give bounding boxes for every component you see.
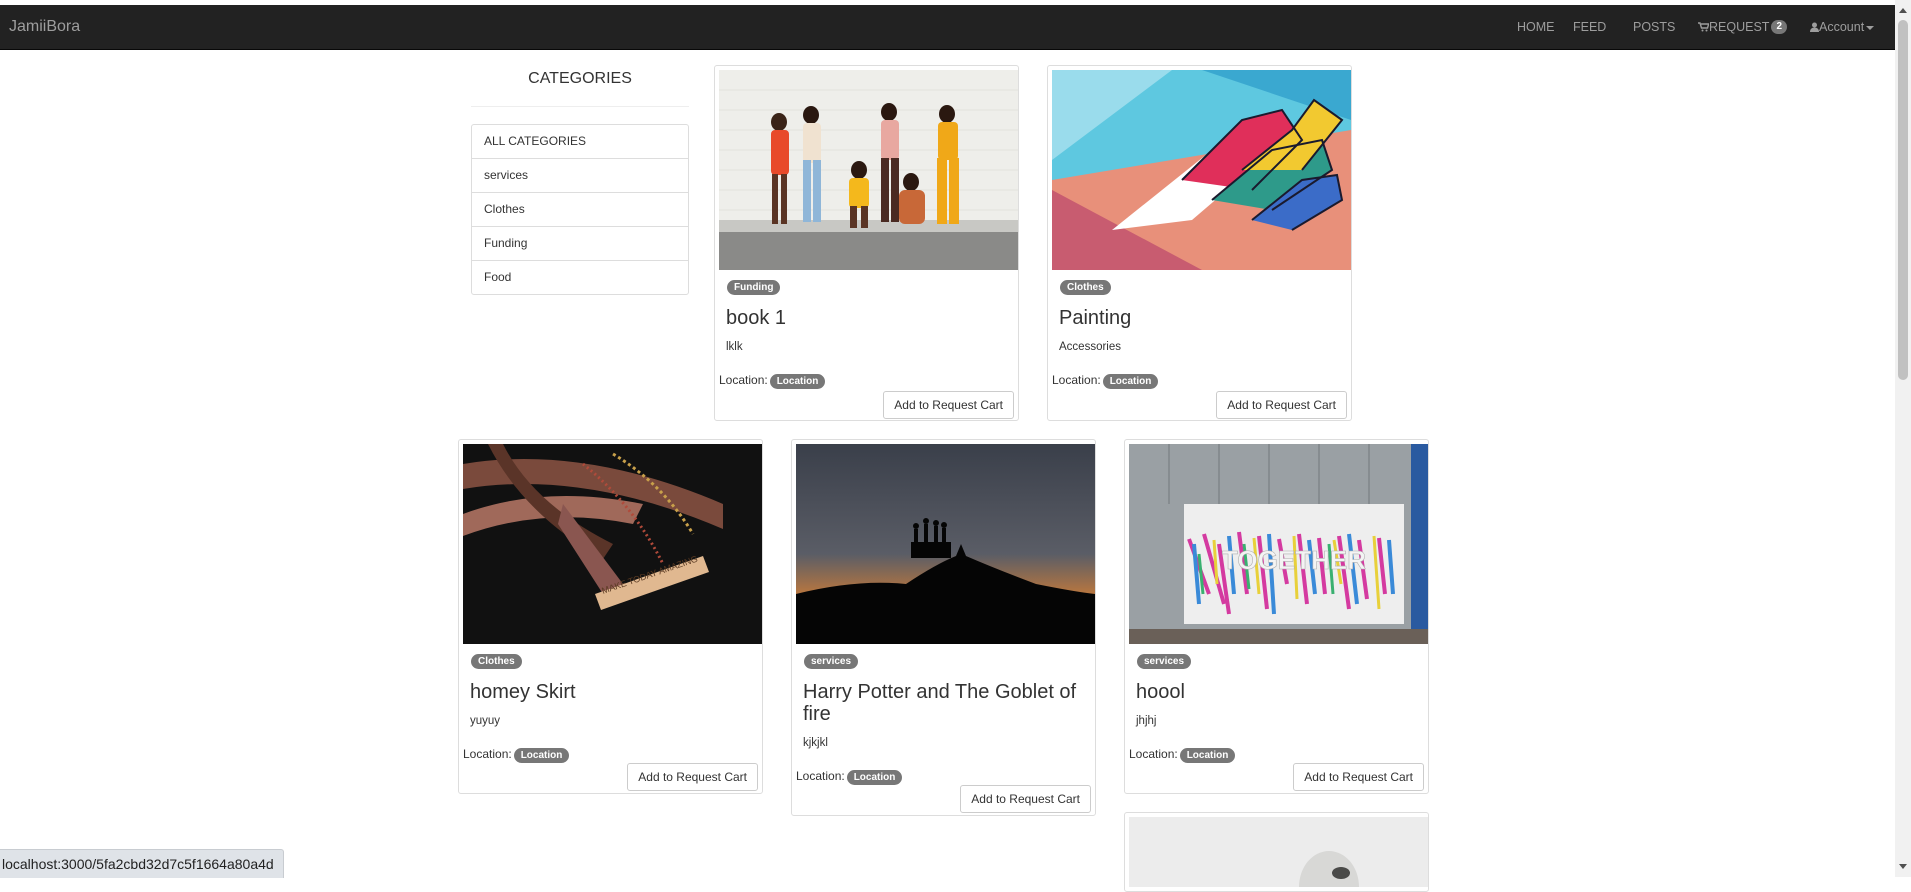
product-image[interactable]: MAKE TODAY AMAZING xyxy=(463,444,762,644)
product-image[interactable] xyxy=(1052,70,1351,270)
location-label: Location: xyxy=(463,747,512,761)
add-to-request-cart-button[interactable]: Add to Request Cart xyxy=(1293,763,1424,791)
nav-request-label: REQUEST xyxy=(1709,20,1770,34)
category-badge: services xyxy=(1137,654,1192,669)
product-title: book 1 xyxy=(726,307,787,329)
product-title: hoool xyxy=(1136,681,1185,703)
product-image[interactable] xyxy=(796,444,1095,644)
product-image[interactable]: TOGETHER xyxy=(1129,444,1428,644)
user-icon xyxy=(1810,22,1819,32)
scrollbar-thumb[interactable] xyxy=(1898,20,1908,380)
scroll-down-icon[interactable] xyxy=(1899,864,1907,869)
category-item-food[interactable]: Food xyxy=(471,260,689,295)
location-row: Location: Location xyxy=(1052,373,1159,389)
brand-link[interactable]: JamiiBora xyxy=(9,5,80,49)
product-title: homey Skirt xyxy=(470,681,576,703)
add-to-request-cart-button[interactable]: Add to Request Cart xyxy=(627,763,758,791)
category-item-services[interactable]: services xyxy=(471,158,689,193)
product-image[interactable] xyxy=(719,70,1018,270)
nav-account-label: Account xyxy=(1819,20,1865,34)
product-card: MAKE TODAY AMAZING Clothes homey Skirt y… xyxy=(458,439,763,794)
add-to-request-cart-button[interactable]: Add to Request Cart xyxy=(1216,391,1347,419)
location-badge: Location xyxy=(1102,374,1159,389)
add-to-request-cart-button[interactable]: Add to Request Cart xyxy=(960,785,1091,813)
request-count-badge: 2 xyxy=(1771,19,1787,34)
location-row: Location: Location xyxy=(1129,747,1236,763)
nav-account[interactable]: Account xyxy=(1810,5,1875,49)
product-card: TOGETHER services hoool jhjhj Location: L… xyxy=(1124,439,1429,794)
location-badge: Location xyxy=(846,770,903,785)
product-card xyxy=(1124,812,1429,892)
location-row: Location: Location xyxy=(796,769,903,785)
categories-title: CATEGORIES xyxy=(528,70,632,87)
product-title: Harry Potter and The Goblet of fire xyxy=(803,681,1077,725)
nav-request[interactable]: REQUEST 2 xyxy=(1698,5,1787,49)
categories-divider xyxy=(471,106,689,107)
nav-home[interactable]: HOME xyxy=(1517,5,1555,49)
product-description: kjkjkl xyxy=(803,737,828,749)
status-bar-url: localhost:3000/5fa2cbd32d7c5f1664a80a4d xyxy=(0,849,284,878)
caret-down-icon xyxy=(1866,25,1875,30)
category-badge: Funding xyxy=(727,280,781,295)
product-description: lklk xyxy=(726,341,743,353)
location-label: Location: xyxy=(1052,373,1101,387)
location-label: Location: xyxy=(796,769,845,783)
product-title: Painting xyxy=(1059,307,1132,329)
category-badge: Clothes xyxy=(1060,280,1111,295)
location-row: Location: Location xyxy=(463,747,570,763)
location-row: Location: Location xyxy=(719,373,826,389)
location-badge: Location xyxy=(769,374,826,389)
category-badge: Clothes xyxy=(471,654,522,669)
nav-posts[interactable]: POSTS xyxy=(1633,5,1675,49)
location-badge: Location xyxy=(1179,748,1236,763)
category-badge: services xyxy=(804,654,859,669)
product-description: Accessories xyxy=(1059,341,1121,353)
category-item-all[interactable]: ALL CATEGORIES xyxy=(471,124,689,159)
location-badge: Location xyxy=(513,748,570,763)
location-label: Location: xyxy=(1129,747,1178,761)
product-description: jhjhj xyxy=(1136,715,1157,727)
add-to-request-cart-button[interactable]: Add to Request Cart xyxy=(883,391,1014,419)
scroll-up-icon[interactable] xyxy=(1899,8,1907,13)
product-card: Clothes Painting Accessories Location: Lo… xyxy=(1047,65,1352,421)
location-label: Location: xyxy=(719,373,768,387)
navbar: JamiiBora HOME FEED POSTS REQUEST 2 Accou… xyxy=(0,5,1895,50)
cart-icon xyxy=(1698,22,1710,32)
product-description: yuyuy xyxy=(470,715,501,727)
page-scrollbar[interactable] xyxy=(1895,0,1911,877)
category-item-funding[interactable]: Funding xyxy=(471,226,689,261)
product-card: Funding book 1 lklk Location: Location Ad… xyxy=(714,65,1019,421)
product-card: services Harry Potter and The Goblet of … xyxy=(791,439,1096,816)
category-item-clothes[interactable]: Clothes xyxy=(471,192,689,227)
nav-feed[interactable]: FEED xyxy=(1573,5,1606,49)
svg-text:TOGETHER: TOGETHER xyxy=(1222,545,1366,575)
category-list: ALL CATEGORIES services Clothes Funding … xyxy=(471,124,689,295)
